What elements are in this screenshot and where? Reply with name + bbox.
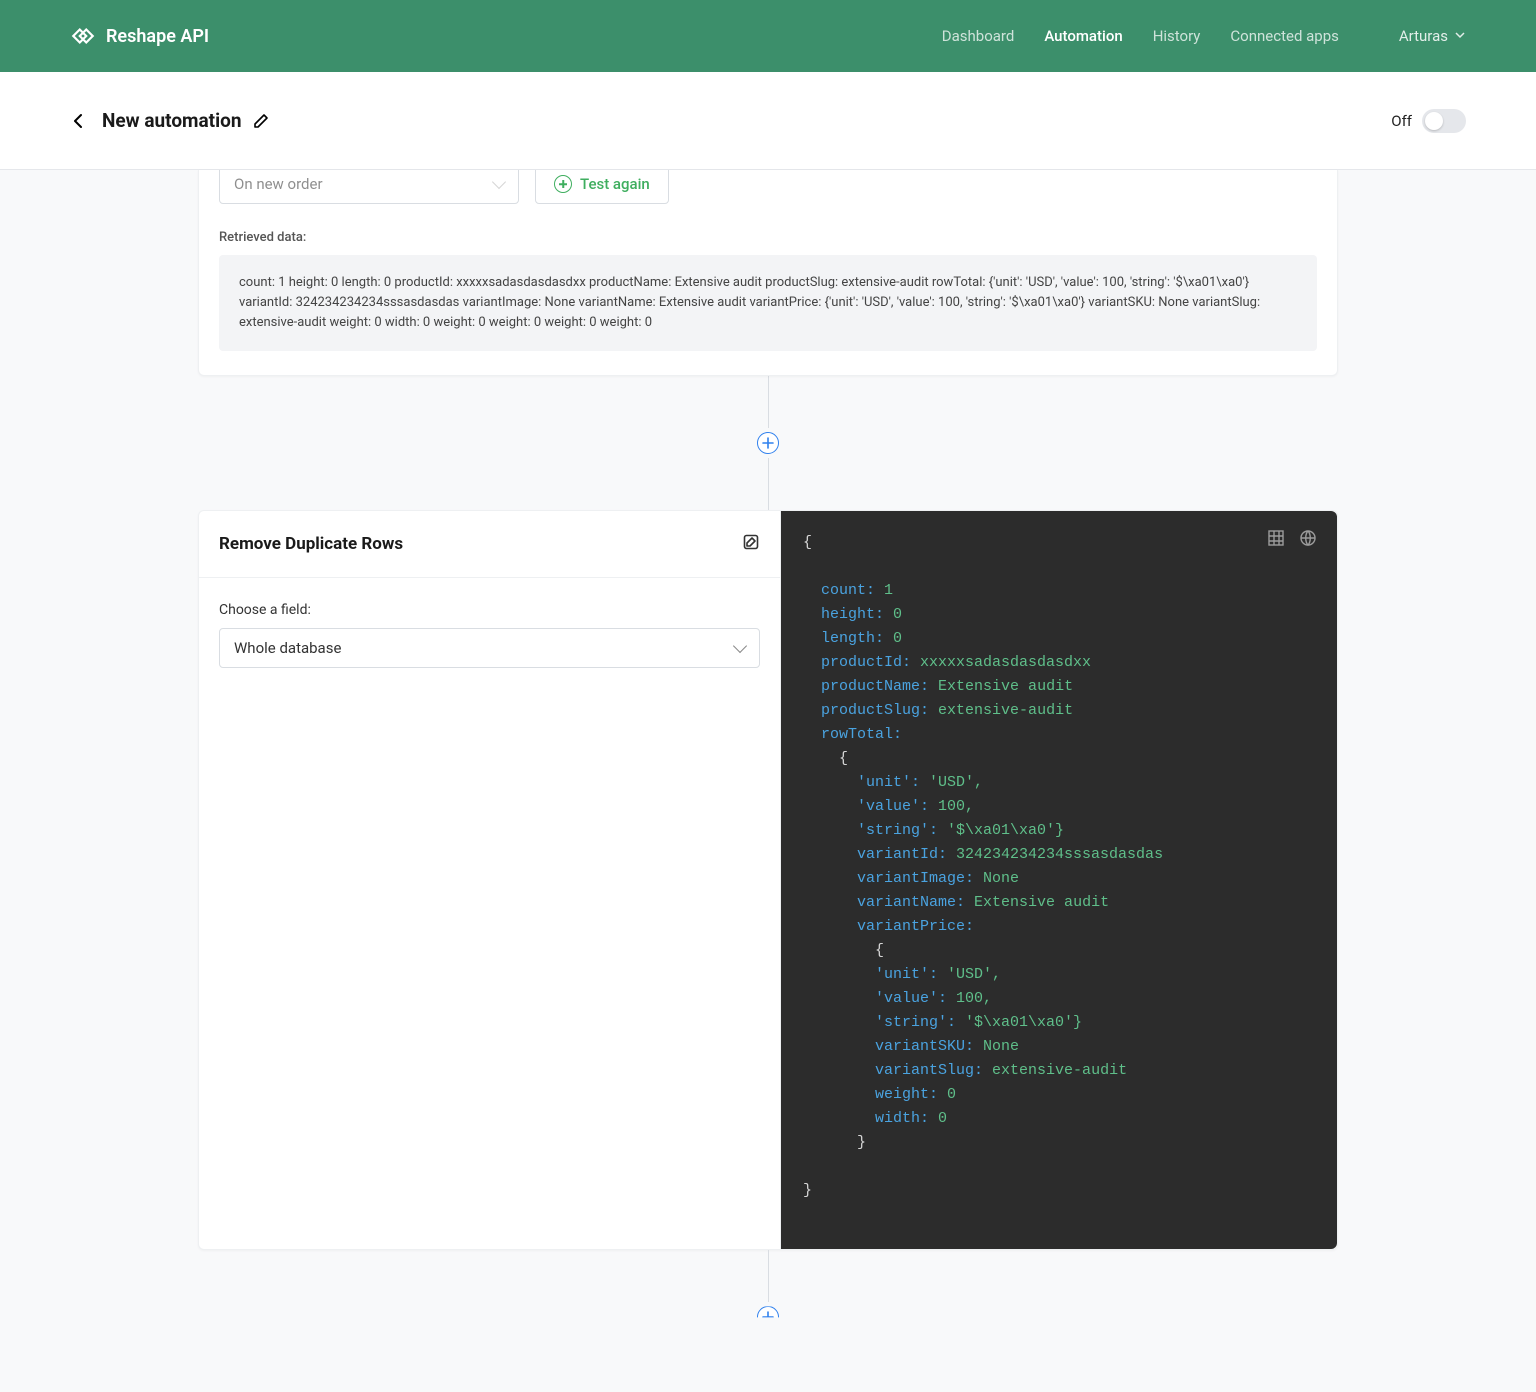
edit-step-icon[interactable]: [742, 533, 760, 555]
json-key: height:: [821, 606, 884, 623]
field-select[interactable]: Whole database: [219, 628, 760, 668]
field-select-value: Whole database: [234, 639, 341, 657]
json-value: xxxxxsadasdasdasdxx: [920, 654, 1091, 671]
json-key: 'string':: [857, 822, 938, 839]
json-key: variantName:: [857, 894, 965, 911]
enable-toggle[interactable]: [1422, 109, 1466, 133]
test-again-button[interactable]: Test again: [535, 170, 669, 204]
page-subheader: New automation Off: [0, 72, 1536, 170]
json-key: productName:: [821, 678, 929, 695]
json-key: 'unit':: [857, 774, 920, 791]
json-value: 1: [884, 582, 893, 599]
json-value: extensive-audit: [992, 1062, 1127, 1079]
json-value: Extensive audit: [938, 678, 1073, 695]
json-value: None: [983, 870, 1019, 887]
json-key: variantImage:: [857, 870, 974, 887]
add-step-button[interactable]: [757, 1306, 779, 1328]
json-value: 0: [938, 1110, 947, 1127]
json-key: productSlug:: [821, 702, 929, 719]
brand-name: Reshape API: [106, 26, 209, 47]
trigger-select-value: On new order: [234, 175, 323, 193]
json-value: 324234234234sssasdasdas: [956, 846, 1163, 863]
json-key: variantId:: [857, 846, 947, 863]
json-key: length:: [821, 630, 884, 647]
logo[interactable]: Reshape API: [70, 23, 209, 49]
rename-icon[interactable]: [252, 112, 270, 130]
json-key: productId:: [821, 654, 911, 671]
json-value: None: [983, 1038, 1019, 1055]
json-value: 0: [947, 1086, 956, 1103]
json-key: count:: [821, 582, 875, 599]
json-key: variantPrice:: [857, 918, 974, 935]
json-key: 'value':: [875, 990, 947, 1007]
retrieved-data-label: Retrieved data:: [219, 230, 1317, 245]
add-step-button[interactable]: [757, 432, 779, 454]
json-value: 'USD',: [947, 966, 1001, 983]
json-brace: }: [803, 1182, 812, 1199]
field-label: Choose a field:: [219, 602, 760, 618]
step-title: Remove Duplicate Rows: [219, 534, 403, 554]
globe-icon[interactable]: [1299, 529, 1317, 547]
connector-line: [768, 1250, 769, 1302]
enable-toggle-group: Off: [1391, 109, 1466, 133]
user-name: Arturas: [1399, 27, 1448, 45]
json-key: weight:: [875, 1086, 938, 1103]
json-key: 'value':: [857, 798, 929, 815]
nav-history[interactable]: History: [1153, 27, 1201, 45]
trigger-select[interactable]: On new order: [219, 170, 519, 204]
back-button[interactable]: [70, 112, 88, 130]
json-key: rowTotal:: [821, 726, 902, 743]
json-brace: }: [857, 1134, 866, 1151]
json-brace: {: [803, 534, 812, 551]
nav-automation[interactable]: Automation: [1044, 27, 1122, 45]
json-value: 0: [893, 606, 902, 623]
json-value: 0: [893, 630, 902, 647]
json-key: variantSKU:: [875, 1038, 974, 1055]
nav-dashboard[interactable]: Dashboard: [942, 27, 1015, 45]
logo-icon: [70, 23, 96, 49]
connector-line: [768, 458, 769, 510]
connector-2: [198, 1250, 1338, 1332]
json-value: 'USD',: [929, 774, 983, 791]
test-again-label: Test again: [580, 175, 650, 193]
json-brace: {: [875, 942, 884, 959]
json-value: '$\xa01\xa0'}: [947, 822, 1064, 839]
json-value: 100,: [956, 990, 992, 1007]
connector-1: [198, 376, 1338, 510]
json-key: 'string':: [875, 1014, 956, 1031]
step-config-panel: Remove Duplicate Rows Choose a field: Wh…: [199, 511, 781, 1249]
json-brace: {: [839, 750, 848, 767]
json-key: width:: [875, 1110, 929, 1127]
json-value: Extensive audit: [974, 894, 1109, 911]
json-key: 'unit':: [875, 966, 938, 983]
chevron-down-icon: [492, 175, 506, 189]
step-card: Remove Duplicate Rows Choose a field: Wh…: [198, 510, 1338, 1250]
json-value: 100,: [938, 798, 974, 815]
trigger-card: On new order Test again Retrieved data: …: [198, 170, 1338, 376]
refresh-icon: [554, 175, 572, 193]
step-output-panel: { count: 1 height: 0 length: 0 productId…: [781, 511, 1337, 1249]
page-title: New automation: [102, 109, 242, 132]
connector-line: [768, 376, 769, 428]
user-menu[interactable]: Arturas: [1399, 27, 1466, 45]
app-header: Reshape API Dashboard Automation History…: [0, 0, 1536, 72]
retrieved-data-box: count: 1 height: 0 length: 0 productId: …: [219, 255, 1317, 351]
json-key: variantSlug:: [875, 1062, 983, 1079]
nav-connected-apps[interactable]: Connected apps: [1230, 27, 1338, 45]
chevron-down-icon: [1454, 27, 1466, 45]
top-nav: Dashboard Automation History Connected a…: [942, 27, 1466, 45]
chevron-down-icon: [733, 639, 747, 653]
toggle-label: Off: [1391, 112, 1412, 130]
json-value: '$\xa01\xa0'}: [965, 1014, 1082, 1031]
table-view-icon[interactable]: [1267, 529, 1285, 547]
json-value: extensive-audit: [938, 702, 1073, 719]
